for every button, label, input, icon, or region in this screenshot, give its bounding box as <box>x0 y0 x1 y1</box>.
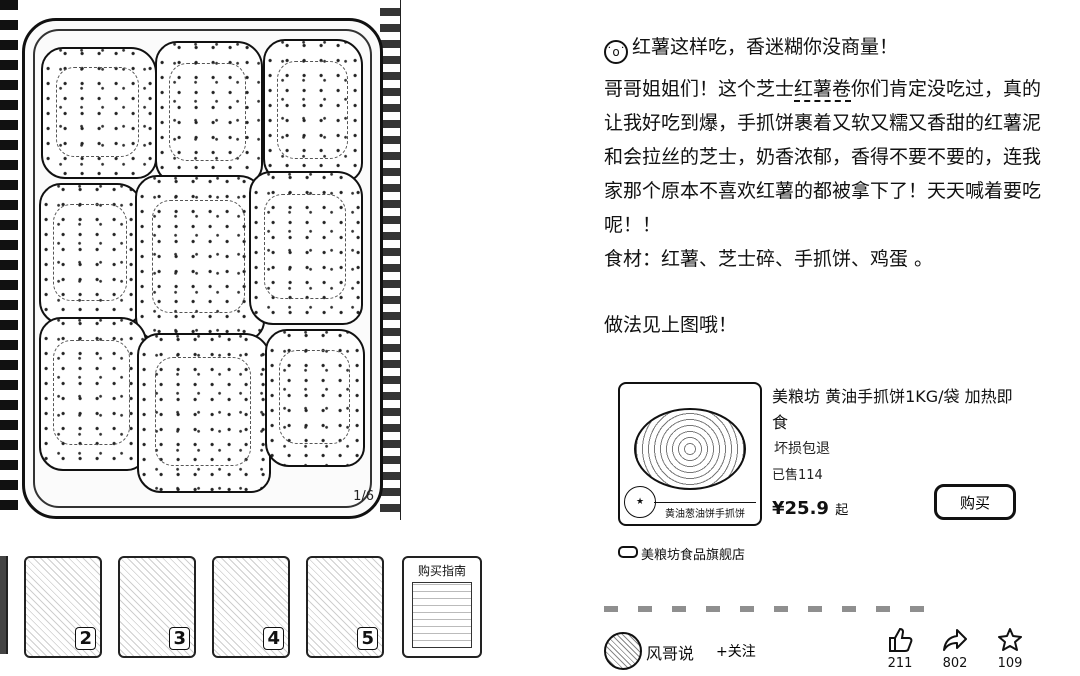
post-title: ˙o˙ 红薯这样吃，香迷糊你没商量！ <box>604 34 898 64</box>
sweet-potato-roll <box>263 39 363 183</box>
food-tray <box>22 18 383 519</box>
thumbnail-number: 4 <box>263 627 284 650</box>
background-edge-strip <box>380 0 400 520</box>
background-keyboard-strip <box>0 0 18 520</box>
thumbnail-partial[interactable] <box>0 556 8 654</box>
product-price: ¥25.9 起 <box>772 498 848 519</box>
star-icon <box>990 626 1030 654</box>
post-body: 哥哥姐姐们！这个芝士红薯卷你们肯定没吃过，真的让我好吃到爆，手抓饼裹着又软又糯又… <box>604 72 1044 276</box>
sweet-potato-roll <box>41 47 157 179</box>
product-image[interactable]: ★ 黄油葱油饼手抓饼 <box>618 382 762 526</box>
avatar[interactable] <box>604 632 642 670</box>
share-action[interactable]: 802 <box>935 626 975 671</box>
thumbnail-3[interactable]: 3 <box>118 556 196 658</box>
cut-off-text-line <box>604 606 924 612</box>
product-tag: 坏损包退 <box>774 441 830 457</box>
post-main-image[interactable]: 1/6 <box>0 0 401 520</box>
post-paragraph: 哥哥姐姐们！这个芝士红薯卷你们肯定没吃过，真的让我好吃到爆，手抓饼裹着又软又糯又… <box>604 72 1044 242</box>
ingredients-line: 食材：红薯、芝士碎、手抓饼、鸡蛋 。 <box>604 248 934 270</box>
buy-button[interactable]: 购买 <box>934 484 1016 520</box>
guide-title: 购买指南 <box>417 564 466 578</box>
like-action[interactable]: 211 <box>880 626 920 671</box>
image-counter: 1/6 <box>353 489 374 504</box>
thumbnail-purchase-guide[interactable]: 购买指南 <box>402 556 482 658</box>
favorite-action[interactable]: 109 <box>990 626 1030 671</box>
sweet-potato-roll <box>137 333 271 493</box>
sweet-potato-roll <box>155 41 263 185</box>
sweet-potato-roll <box>265 329 365 467</box>
share-count: 802 <box>942 656 968 671</box>
keyword-link[interactable]: 红薯卷 <box>794 78 852 102</box>
sweet-potato-roll <box>39 317 147 471</box>
method-text: 做法见上图哦！ <box>604 314 738 336</box>
thumbnail-5[interactable]: 5 <box>306 556 384 658</box>
product-card[interactable]: ★ 黄油葱油饼手抓饼 美粮坊 黄油手抓饼1KG/袋 加热即食 坏损包退 已售11… <box>604 372 1034 532</box>
sweet-potato-roll <box>39 183 143 325</box>
shop-name: 美粮坊食品旗舰店 <box>641 548 746 563</box>
share-arrow-icon <box>935 626 975 654</box>
pancake-illustration <box>634 408 746 490</box>
thumbnail-number: 3 <box>169 627 190 650</box>
author-name[interactable]: 风哥说 <box>646 640 694 664</box>
link-icon <box>618 546 638 558</box>
price-value: ¥25.9 <box>772 498 829 519</box>
thumbs-up-icon <box>880 626 920 654</box>
sweet-potato-roll <box>249 171 363 325</box>
thumbnail-number: 5 <box>357 627 378 650</box>
like-count: 211 <box>887 656 913 671</box>
favorite-count: 109 <box>997 656 1023 671</box>
product-package-label: 黄油葱油饼手抓饼 <box>654 502 756 520</box>
post-title-text: 红薯这样吃，香迷糊你没商量！ <box>632 36 899 58</box>
sweet-potato-roll <box>135 175 265 341</box>
thumbnail-strip: 2 3 4 5 购买指南 <box>0 556 482 658</box>
thumbnail-number: 2 <box>75 627 96 650</box>
product-badge: ★ <box>624 486 656 518</box>
price-suffix: 起 <box>835 503 849 518</box>
thumbnail-4[interactable]: 4 <box>212 556 290 658</box>
product-sold-count: 已售114 <box>772 468 823 483</box>
follow-button[interactable]: +关注 <box>716 641 756 661</box>
shop-link[interactable]: 美粮坊食品旗舰店 <box>618 544 745 563</box>
product-name[interactable]: 美粮坊 黄油手抓饼1KG/袋 加热即食 <box>772 384 1022 436</box>
thumbnail-2[interactable]: 2 <box>24 556 102 658</box>
body-text-part: 哥哥姐姐们！这个芝士 <box>604 78 795 100</box>
emoji-face-icon: ˙o˙ <box>604 40 628 64</box>
guide-content <box>412 582 472 648</box>
